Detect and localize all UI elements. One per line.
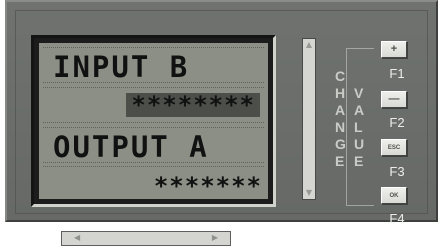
value-letter-e: E [354,153,364,169]
vertical-scrollbar[interactable]: ▲ ▼ [302,38,316,200]
value-letter-u: U [354,136,365,152]
output-a-masked-value: ******* [153,172,262,199]
f1-label: F1 [389,66,405,81]
scroll-down-icon[interactable]: ▼ [305,189,313,197]
lcd-row-3: OUTPUT A [43,127,264,163]
f2-minus-button[interactable]: — [381,91,407,108]
value-letter-l: L [354,119,363,135]
device-screen: INPUT B ******** OUTPUT A ******* ▲ ▼ C … [0,0,444,252]
f4-label: F4 [389,211,405,226]
f3-esc-button[interactable]: ESC [381,139,407,156]
value-letter-a: A [354,102,365,118]
change-letter-n: N [335,119,346,135]
scroll-up-icon[interactable]: ▲ [305,41,313,49]
lcd-row-1: INPUT B [43,47,264,83]
lcd-row-4: ******* [43,166,264,199]
scroll-right-icon[interactable]: ▶ [212,234,218,242]
change-letter-a: A [335,102,346,118]
lcd-display: INPUT B ******** OUTPUT A ******* [39,43,268,199]
value-letter-v: V [354,85,364,101]
input-b-masked-value: ******** [126,93,260,117]
change-letter-h: H [335,85,346,101]
f2-label: F2 [389,115,405,130]
control-panel: INPUT B ******** OUTPUT A ******* ▲ ▼ C … [5,0,438,226]
f3-label: F3 [389,164,405,179]
change-letter-g: G [335,136,346,152]
scroll-left-icon[interactable]: ◀ [74,234,80,242]
change-label: C H A N G E [335,68,346,169]
value-label: V A L U E [354,85,364,169]
f4-ok-button[interactable]: OK [381,187,407,204]
input-b-label: INPUT B [53,50,190,84]
lcd-bezel: INPUT B ******** OUTPUT A ******* [31,35,276,207]
output-a-label: OUTPUT A [53,130,209,164]
horizontal-scrollbar[interactable]: ◀ ▶ [61,231,231,246]
lcd-row-2: ******** [43,87,264,123]
f1-plus-button[interactable]: + [381,41,407,58]
change-letter-e: E [335,153,345,169]
change-letter-c: C [335,68,346,84]
